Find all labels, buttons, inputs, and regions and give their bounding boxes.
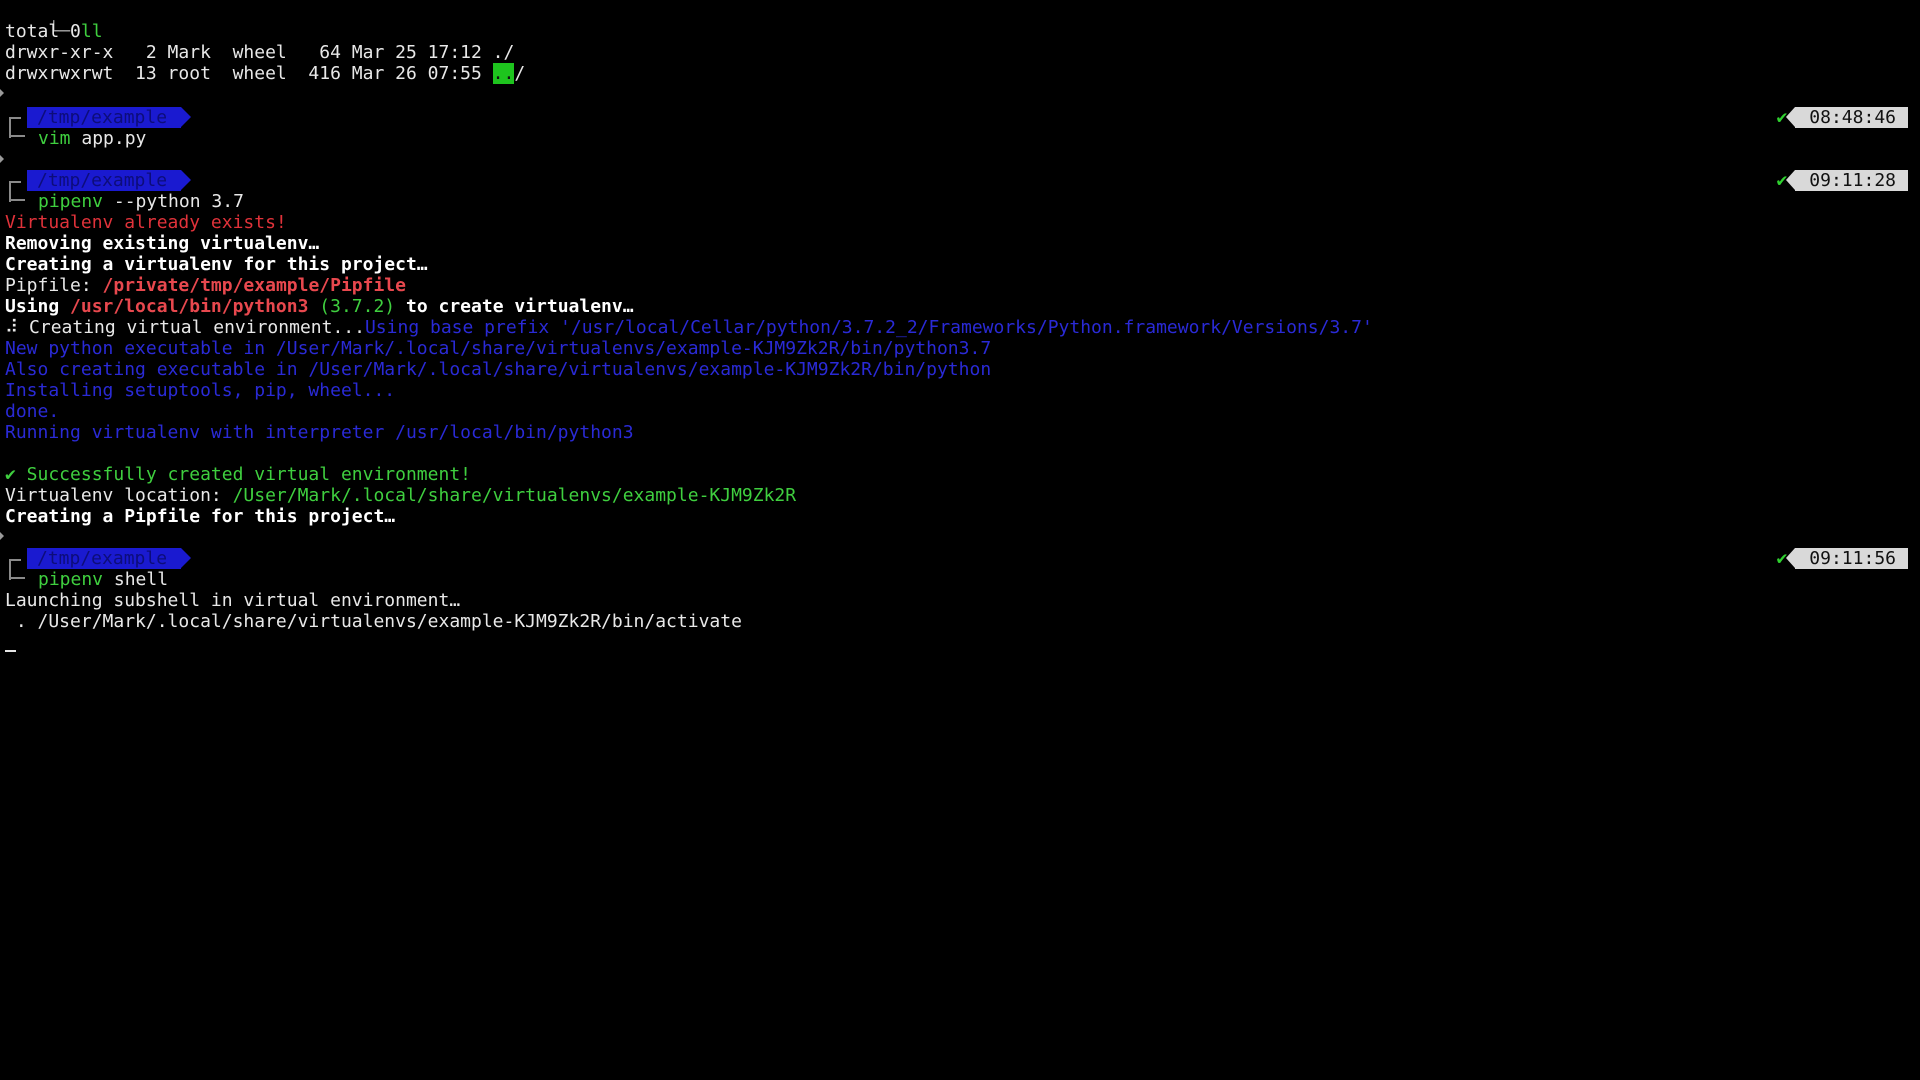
ll-command: ll — [80, 21, 103, 42]
creating-env-line: ⠼ Creating virtual environment...Using b… — [5, 317, 1373, 338]
location-label: Virtualenv location: — [5, 485, 233, 506]
using-suffix: to create virtualenv… — [395, 296, 634, 317]
prompt-corner-bottom — [9, 567, 25, 579]
command-args: shell — [103, 569, 169, 590]
new-python-line: New python executable in /User/Mark/.loc… — [5, 338, 992, 359]
command-name: pipenv — [38, 191, 104, 212]
pipfile-line: Pipfile: /private/tmp/example/Pipfile — [5, 275, 406, 296]
pipfile-path: /private/tmp/example/Pipfile — [102, 275, 406, 296]
removing-line: Removing existing virtualenv… — [5, 233, 320, 254]
ls-row-parent-dir: drwxrwxrwt 13 root wheel 416 Mar 26 07:5… — [5, 63, 525, 84]
terminal-cursor[interactable] — [5, 650, 16, 652]
done-line: done. — [5, 401, 60, 422]
creating-env-prefix: ⠼ Creating virtual environment... — [5, 317, 365, 338]
using-label: Using — [5, 296, 71, 317]
prompt-time: 09:11:28 — [1786, 170, 1908, 191]
pipfile-label: Pipfile: — [5, 275, 103, 296]
command-name: pipenv — [38, 569, 104, 590]
prompt-time: 09:11:56 — [1786, 548, 1908, 569]
activate-line: . /User/Mark/.local/share/virtualenvs/ex… — [5, 611, 742, 632]
using-version: (3.7.2) — [308, 296, 396, 317]
ls-row-parent-suffix: / — [514, 63, 526, 84]
prompt-status-right: ✔ 09:11:28 — [1776, 170, 1908, 191]
using-path: /usr/local/bin/python3 — [70, 296, 309, 317]
prompt-command-line: pipenv --python 3.7 — [38, 191, 244, 212]
base-prefix: Using base prefix '/usr/local/Cellar/pyt… — [364, 317, 1373, 338]
command-args: app.py — [70, 128, 147, 149]
success-line: ✔ Successfully created virtual environme… — [5, 464, 471, 485]
ls-row-parent-prefix: drwxrwxrwt 13 root wheel 416 Mar 26 07:5… — [5, 63, 493, 84]
location-line: Virtualenv location: /User/Mark/.local/s… — [5, 485, 796, 506]
also-creating-line: Also creating executable in /User/Mark/.… — [5, 359, 992, 380]
prompt-status-right: ✔ 08:48:46 — [1776, 107, 1908, 128]
launching-line: Launching subshell in virtual environmen… — [5, 590, 461, 611]
prompt-gutter-marker — [0, 89, 4, 97]
installing-line: Installing setuptools, pip, wheel... — [5, 380, 396, 401]
prompt-gutter-marker — [0, 532, 4, 540]
error-already-exists: Virtualenv already exists! — [5, 212, 287, 233]
prompt-directory-segment: /tmp/example — [27, 548, 192, 569]
prompt-corner-bottom — [9, 189, 25, 201]
creating-line: Creating a virtualenv for this project… — [5, 254, 428, 275]
prompt-command-line: vim app.py — [38, 128, 146, 149]
prompt-gutter-marker — [0, 155, 4, 163]
terminal-window[interactable]: └─ ll total 0 drwxr-xr-x 2 Mark wheel 64… — [0, 0, 1920, 1080]
parent-dir-highlight: .. — [492, 63, 515, 84]
command-name: vim — [38, 128, 71, 149]
using-python-line: Using /usr/local/bin/python3 (3.7.2) to … — [5, 296, 634, 317]
prompt-directory-segment: /tmp/example — [27, 170, 192, 191]
ls-row-current-dir: drwxr-xr-x 2 Mark wheel 64 Mar 25 17:12 … — [5, 42, 515, 63]
ll-command-line: └─ ll — [5, 0, 102, 42]
prompt-corner-bottom — [9, 125, 25, 137]
prompt-command-line: pipenv shell — [38, 569, 168, 590]
ls-total: total 0 — [5, 21, 81, 42]
command-args: --python 3.7 — [103, 191, 244, 212]
running-line: Running virtualenv with interpreter /usr… — [5, 422, 634, 443]
creating-pipfile-line: Creating a Pipfile for this project… — [5, 506, 396, 527]
prompt-status-right: ✔ 09:11:56 — [1776, 548, 1908, 569]
prompt-time: 08:48:46 — [1786, 107, 1908, 128]
prompt-directory-segment: /tmp/example — [27, 107, 192, 128]
location-path: /User/Mark/.local/share/virtualenvs/exam… — [232, 485, 797, 506]
